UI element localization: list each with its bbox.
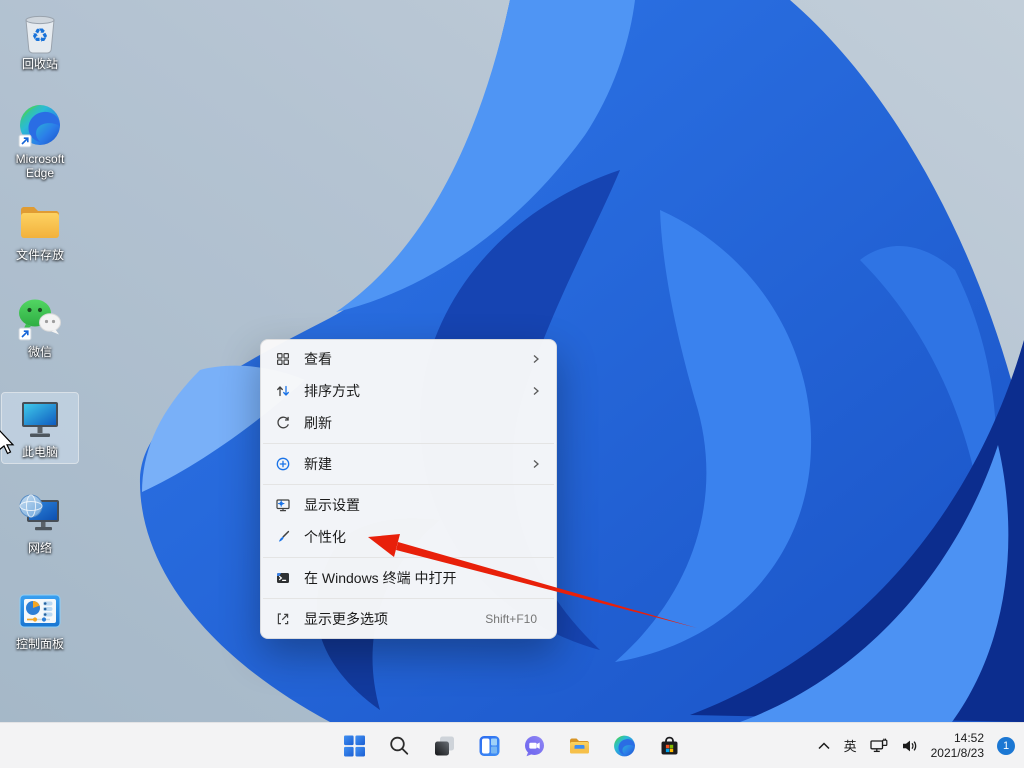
sort-icon xyxy=(275,383,291,399)
desktop-icon-recycle-bin[interactable]: ♻ 回收站 xyxy=(2,5,78,75)
menu-separator xyxy=(263,484,554,485)
start-button[interactable] xyxy=(342,733,368,759)
show-more-icon xyxy=(275,611,291,627)
chevron-right-icon xyxy=(531,459,541,469)
task-view-button[interactable] xyxy=(432,733,458,759)
tray-clock[interactable]: 14:52 2021/8/23 xyxy=(931,731,984,761)
desktop-icon-label: 回收站 xyxy=(22,57,58,71)
store-button[interactable] xyxy=(657,733,683,759)
taskbar-center-group xyxy=(342,723,683,768)
file-explorer-button[interactable] xyxy=(567,733,593,759)
menu-item-label: 排序方式 xyxy=(304,381,531,401)
search-icon xyxy=(388,734,412,758)
menu-separator xyxy=(263,598,554,599)
system-tray: 英 14:52 2021/8/23 1 xyxy=(817,723,1015,768)
widgets-button[interactable] xyxy=(477,733,503,759)
desktop-icon-file-storage[interactable]: 文件存放 xyxy=(2,196,78,266)
desktop-icon-label: 微信 xyxy=(28,345,52,359)
language-indicator[interactable]: 英 xyxy=(844,736,857,755)
network-tray-icon[interactable] xyxy=(870,738,888,753)
desktop-icon-label: 网络 xyxy=(28,541,52,555)
menu-item-label: 个性化 xyxy=(304,527,545,547)
windows-start-icon xyxy=(343,734,367,758)
mouse-cursor xyxy=(0,428,15,456)
menu-item-new[interactable]: 新建 xyxy=(264,448,553,480)
menu-separator xyxy=(263,443,554,444)
folder-icon xyxy=(17,199,63,245)
menu-item-refresh[interactable]: 刷新 xyxy=(264,407,553,439)
control-panel-icon xyxy=(17,588,63,634)
menu-item-label: 显示设置 xyxy=(304,495,545,515)
refresh-icon xyxy=(275,415,291,431)
chat-icon xyxy=(523,734,547,758)
menu-item-label: 在 Windows 终端 中打开 xyxy=(304,568,545,588)
network-icon xyxy=(17,492,63,538)
menu-item-view[interactable]: 查看 xyxy=(264,343,553,375)
search-button[interactable] xyxy=(387,733,413,759)
desktop-icon-label: 控制面板 xyxy=(16,637,64,651)
chevron-right-icon xyxy=(531,354,541,364)
menu-item-shortcut: Shift+F10 xyxy=(485,612,537,626)
taskbar: 英 14:52 2021/8/23 1 xyxy=(0,722,1024,768)
edge-icon xyxy=(17,103,63,149)
menu-item-label: 刷新 xyxy=(304,413,545,433)
widgets-icon xyxy=(478,734,502,758)
desktop-icon-label: 文件存放 xyxy=(16,248,64,262)
chat-button[interactable] xyxy=(522,733,548,759)
desktop-icon-microsoft-edge[interactable]: Microsoft Edge xyxy=(2,100,78,184)
desktop-icon-label: Microsoft Edge xyxy=(3,152,77,180)
edge-button[interactable] xyxy=(612,733,638,759)
tray-date: 2021/8/23 xyxy=(931,746,984,761)
file-explorer-icon xyxy=(568,734,592,758)
display-settings-icon xyxy=(275,497,291,513)
new-plus-icon xyxy=(275,456,291,472)
store-icon xyxy=(658,734,682,758)
notification-badge[interactable]: 1 xyxy=(997,737,1015,755)
desktop-icon-control-panel[interactable]: 控制面板 xyxy=(2,585,78,655)
recycle-bin-icon: ♻ xyxy=(17,8,63,54)
menu-item-show-more-options[interactable]: 显示更多选项 Shift+F10 xyxy=(264,603,553,635)
menu-item-label: 新建 xyxy=(304,454,531,474)
menu-item-label: 显示更多选项 xyxy=(304,609,485,629)
menu-item-personalize[interactable]: 个性化 xyxy=(264,521,553,553)
menu-item-label: 查看 xyxy=(304,349,531,369)
volume-tray-icon[interactable] xyxy=(901,739,918,753)
desktop-icon-label: 此电脑 xyxy=(22,445,58,459)
menu-item-display-settings[interactable]: 显示设置 xyxy=(264,489,553,521)
menu-separator xyxy=(263,557,554,558)
this-pc-icon xyxy=(17,396,63,442)
task-view-icon xyxy=(433,734,457,758)
menu-item-open-in-terminal[interactable]: 在 Windows 终端 中打开 xyxy=(264,562,553,594)
edge-icon xyxy=(613,734,637,758)
chevron-right-icon xyxy=(531,386,541,396)
tray-time: 14:52 xyxy=(931,731,984,746)
terminal-icon xyxy=(275,570,291,586)
desktop-context-menu: 查看 排序方式 刷新 新建 xyxy=(260,339,557,639)
personalize-brush-icon xyxy=(275,529,291,545)
view-grid-icon xyxy=(275,351,291,367)
svg-text:♻: ♻ xyxy=(31,26,48,47)
tray-chevron-up-icon[interactable] xyxy=(817,740,831,752)
wechat-icon xyxy=(17,296,63,342)
desktop-icon-wechat[interactable]: 微信 xyxy=(2,293,78,363)
desktop-icon-network[interactable]: 网络 xyxy=(2,489,78,559)
menu-item-sort-by[interactable]: 排序方式 xyxy=(264,375,553,407)
